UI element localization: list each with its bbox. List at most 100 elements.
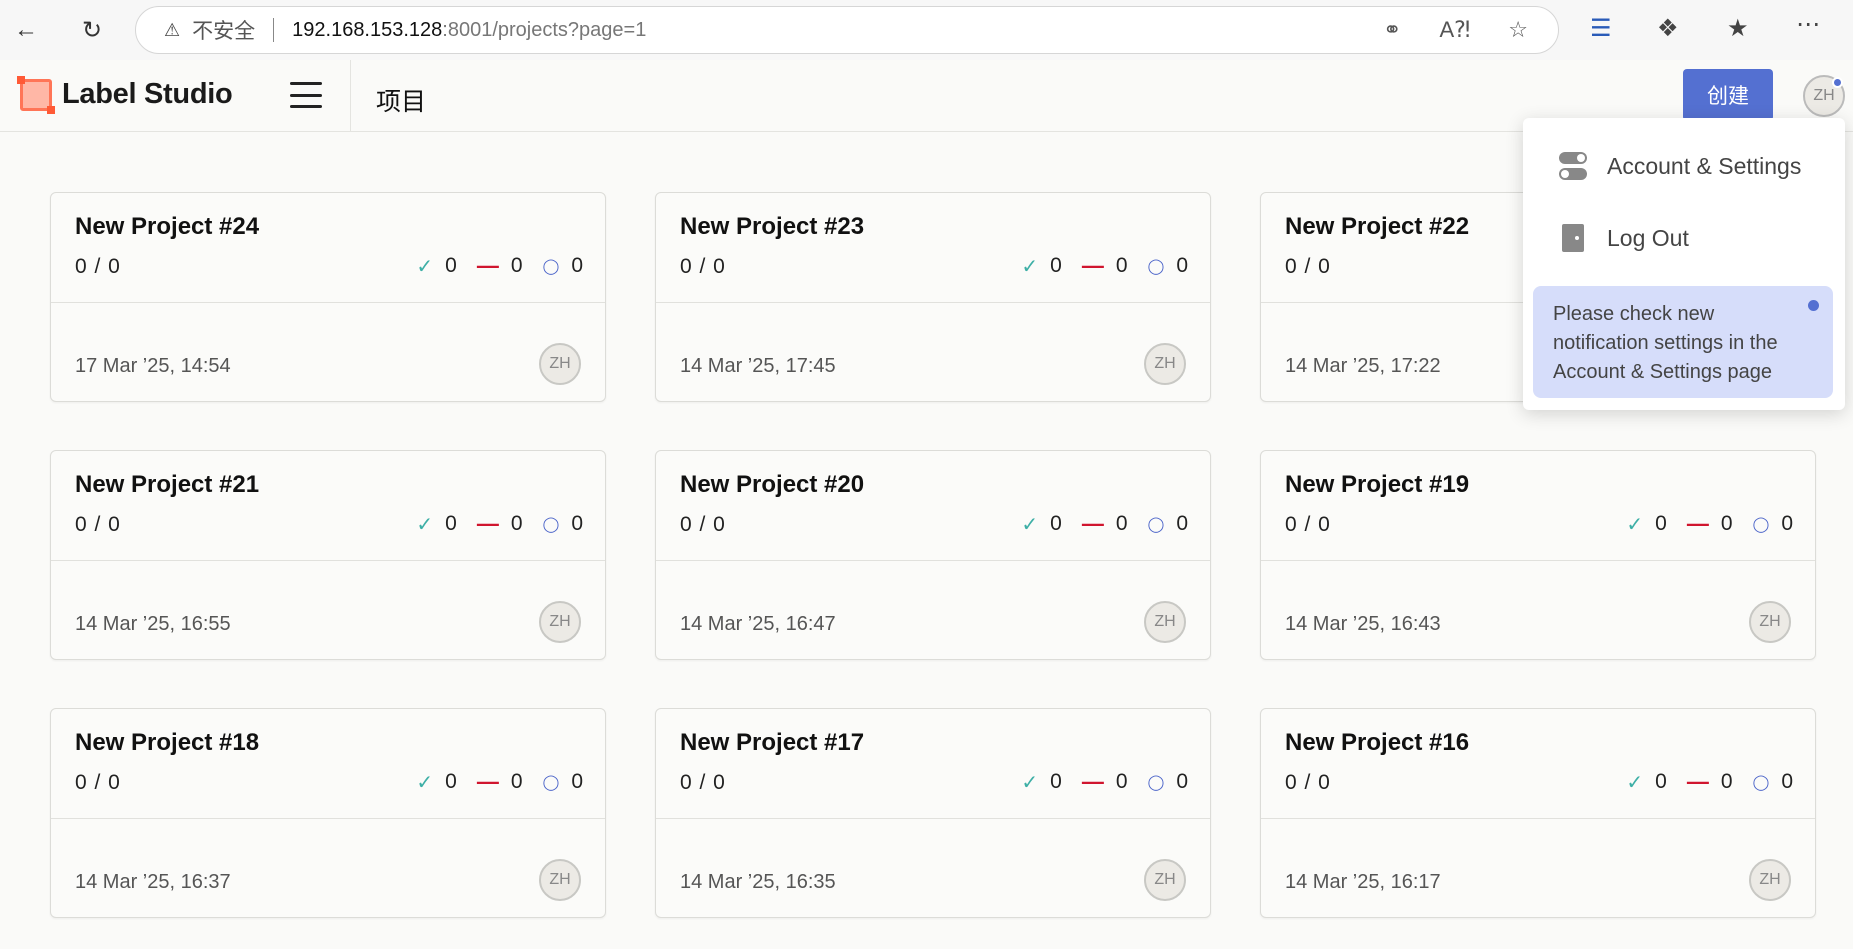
card-header: New Project #21 0 / 0 ✓ 0 — 0 ◯ 0 [51,451,605,561]
more-options-icon[interactable]: ⋯ [1796,10,1820,39]
logo[interactable]: Label Studio [17,75,233,114]
project-card[interactable]: New Project #23 0 / 0 ✓ 0 — 0 ◯ 0 14 Mar ’25, 17… [655,192,1211,402]
owner-avatar: ZH [1144,859,1186,901]
check-icon: ✓ [1626,771,1644,794]
skipped-count: 0 [1720,512,1733,535]
skipped-count: 0 [1115,770,1128,793]
lightbulb-icon: ◯ [542,516,560,533]
project-title: New Project #17 [680,729,865,756]
completed-count: 0 [1050,512,1062,535]
project-progress: 0 / 0 [680,513,726,536]
lightbulb-icon: ◯ [1147,258,1165,275]
completed-count: 0 [445,254,457,277]
project-title: New Project #19 [1285,471,1470,498]
notification-notice[interactable]: Please check new notification settings i… [1533,286,1833,398]
card-footer: 14 Mar ’25, 16:43 ZH [1261,561,1815,661]
card-footer: 14 Mar ’25, 16:37 ZH [51,819,605,919]
project-date: 17 Mar ’25, 14:54 [75,355,231,377]
lightbulb-icon: ◯ [542,258,560,275]
extensions-puzzle-icon[interactable]: ❖ [1657,14,1679,43]
refresh-icon[interactable]: ↻ [74,12,110,48]
completed-count: 0 [1655,770,1667,793]
owner-avatar: ZH [1749,601,1791,643]
header-divider [350,60,351,132]
warning-icon: ⚠ [164,19,181,40]
lightbulb-icon: ◯ [542,774,560,791]
project-stats: ✓ 0 — 0 ◯ 0 [396,769,583,795]
lightbulb-icon: ◯ [1147,516,1165,533]
project-stats: ✓ 0 — 0 ◯ 0 [396,253,583,279]
predictions-count: 0 [1176,512,1188,535]
project-title: New Project #16 [1285,729,1470,756]
favorites-list-icon[interactable]: ★ [1727,14,1749,43]
check-icon: ✓ [416,255,434,278]
owner-avatar: ZH [539,859,581,901]
project-card[interactable]: New Project #18 0 / 0 ✓ 0 — 0 ◯ 0 14 Mar ’25, 16… [50,708,606,918]
minus-icon: — [476,769,499,794]
card-header: New Project #23 0 / 0 ✓ 0 — 0 ◯ 0 [656,193,1210,303]
minus-icon: — [476,511,499,536]
card-footer: 17 Mar ’25, 14:54 ZH [51,303,605,403]
page-title: 项目 [376,88,427,116]
project-progress: 0 / 0 [680,771,726,794]
browser-toolbar: ← ↻ ⚠ 不安全 192.168.153.128:8001/projects?… [0,0,1853,60]
project-title: New Project #23 [680,213,865,240]
account-dropdown: Account & Settings Log Out Please check … [1523,118,1845,410]
card-footer: 14 Mar ’25, 16:35 ZH [656,819,1210,919]
address-bar[interactable]: ⚠ 不安全 192.168.153.128:8001/projects?page… [135,6,1559,54]
logout-item[interactable]: Log Out [1559,224,1689,252]
minus-icon: — [1081,769,1104,794]
create-button[interactable]: 创建 [1683,69,1773,121]
project-date: 14 Mar ’25, 17:22 [1285,355,1441,377]
project-card[interactable]: New Project #16 0 / 0 ✓ 0 — 0 ◯ 0 14 Mar ’25, 16… [1260,708,1816,918]
card-header: New Project #17 0 / 0 ✓ 0 — 0 ◯ 0 [656,709,1210,819]
owner-avatar: ZH [1749,859,1791,901]
card-header: New Project #20 0 / 0 ✓ 0 — 0 ◯ 0 [656,451,1210,561]
predictions-count: 0 [571,770,583,793]
hamburger-menu-icon[interactable] [290,82,322,108]
minus-icon: — [1081,511,1104,536]
account-settings-item[interactable]: Account & Settings [1559,152,1801,180]
check-icon: ✓ [1626,513,1644,536]
project-title: New Project #18 [75,729,260,756]
project-stats: ✓ 0 — 0 ◯ 0 [1606,511,1793,537]
project-stats: ✓ 0 — 0 ◯ 0 [1001,511,1188,537]
completed-count: 0 [1655,512,1667,535]
project-card[interactable]: New Project #24 0 / 0 ✓ 0 — 0 ◯ 0 17 Mar ’25, 14… [50,192,606,402]
card-footer: 14 Mar ’25, 16:55 ZH [51,561,605,661]
lightbulb-icon: ◯ [1752,516,1770,533]
skipped-count: 0 [510,512,523,535]
layers-extension-icon[interactable]: ☰ [1590,14,1612,43]
project-card[interactable]: New Project #17 0 / 0 ✓ 0 — 0 ◯ 0 14 Mar ’25, 16… [655,708,1211,918]
account-settings-label: Account & Settings [1607,152,1802,179]
completed-count: 0 [1050,254,1062,277]
project-date: 14 Mar ’25, 16:37 [75,871,231,893]
card-header: New Project #24 0 / 0 ✓ 0 — 0 ◯ 0 [51,193,605,303]
project-progress: 0 / 0 [1285,513,1331,536]
read-aloud-icon[interactable]: A⁈ [1439,17,1470,43]
edge-assist-icon[interactable]: ⚭ [1383,17,1401,43]
check-icon: ✓ [1021,255,1039,278]
door-icon [1562,224,1584,252]
project-card[interactable]: New Project #19 0 / 0 ✓ 0 — 0 ◯ 0 14 Mar ’25, 16… [1260,450,1816,660]
favorite-star-icon[interactable]: ☆ [1508,17,1528,43]
check-icon: ✓ [1021,771,1039,794]
logout-label: Log Out [1607,224,1689,251]
completed-count: 0 [445,512,457,535]
card-footer: 14 Mar ’25, 16:17 ZH [1261,819,1815,919]
project-progress: 0 / 0 [75,255,121,278]
project-title: New Project #20 [680,471,865,498]
project-progress: 0 / 0 [1285,771,1331,794]
project-title: New Project #22 [1285,213,1470,240]
project-card[interactable]: New Project #20 0 / 0 ✓ 0 — 0 ◯ 0 14 Mar ’25, 16… [655,450,1211,660]
project-progress: 0 / 0 [75,771,121,794]
card-header: New Project #18 0 / 0 ✓ 0 — 0 ◯ 0 [51,709,605,819]
project-stats: ✓ 0 — 0 ◯ 0 [396,511,583,537]
card-footer: 14 Mar ’25, 17:45 ZH [656,303,1210,403]
project-stats: ✓ 0 — 0 ◯ 0 [1606,769,1793,795]
project-date: 14 Mar ’25, 16:47 [680,613,836,635]
back-arrow-icon[interactable]: ← [8,12,44,48]
project-date: 14 Mar ’25, 16:35 [680,871,836,893]
user-avatar[interactable]: ZH [1803,75,1845,117]
project-card[interactable]: New Project #21 0 / 0 ✓ 0 — 0 ◯ 0 14 Mar ’25, 16… [50,450,606,660]
